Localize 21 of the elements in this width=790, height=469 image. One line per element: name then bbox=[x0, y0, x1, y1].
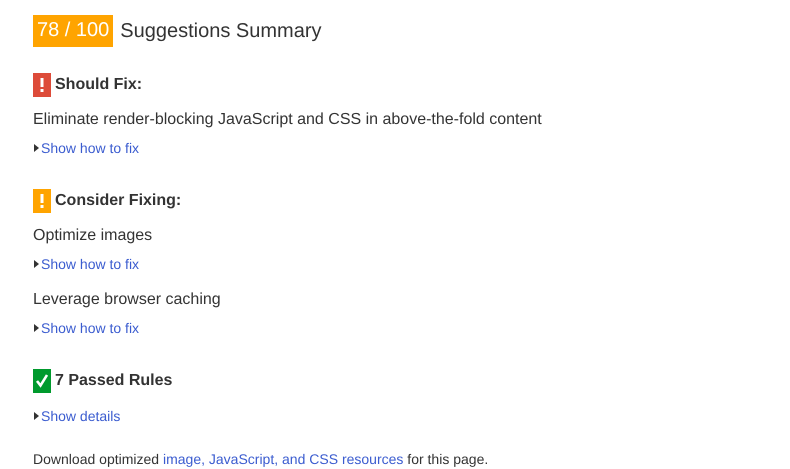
triangle-icon bbox=[33, 260, 39, 268]
expand-link[interactable]: Show how to fix bbox=[33, 140, 140, 156]
triangle-icon bbox=[33, 412, 39, 420]
exclamation-icon bbox=[33, 73, 51, 97]
section-heading: Should Fix: bbox=[55, 76, 142, 94]
check-icon bbox=[33, 369, 51, 393]
expand-link[interactable]: Show how to fix bbox=[33, 256, 140, 272]
triangle-icon bbox=[33, 144, 39, 152]
rule-title: Optimize images bbox=[33, 227, 154, 245]
expand-link[interactable]: Show how to fix bbox=[33, 320, 140, 336]
rule-title: Eliminate render-blocking JavaScript and CSS in above-the-fold content bbox=[33, 111, 543, 129]
section-heading: Consider Fixing: bbox=[55, 192, 182, 210]
summary-title: Suggestions Summary bbox=[120, 20, 322, 42]
triangle-icon bbox=[33, 324, 39, 332]
score-badge: 78 / 100 bbox=[33, 15, 114, 47]
expand-link[interactable]: Show details bbox=[33, 408, 120, 424]
rule-title: Leverage browser caching bbox=[33, 291, 222, 309]
footer-text: Download optimized image, JavaScript, and CSS resources for this page. bbox=[33, 451, 490, 467]
exclamation-icon bbox=[33, 189, 51, 213]
resources-link[interactable]: image, JavaScript, and CSS resources bbox=[162, 451, 404, 467]
section-heading: 7 Passed Rules bbox=[55, 372, 172, 390]
